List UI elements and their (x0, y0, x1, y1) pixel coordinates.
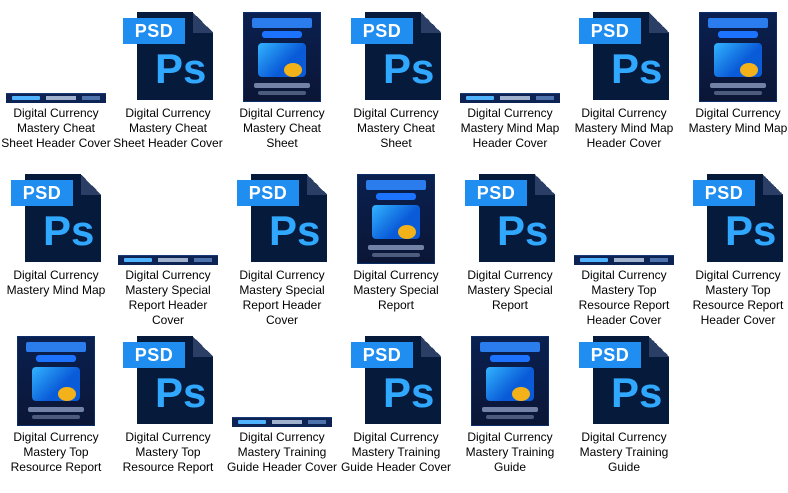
psd-thumbnail: PSD Ps (226, 172, 338, 264)
file-label: Digital Currency Mastery Top Resource Re… (122, 430, 214, 474)
psd-thumbnail: PSD Ps (0, 172, 112, 264)
header-banner-image (118, 255, 218, 265)
banner-thumbnail (112, 172, 224, 265)
psd-thumbnail: PSD Ps (340, 334, 452, 426)
cover-thumbnail (0, 334, 112, 426)
ps-logo: Ps (497, 207, 549, 254)
banner-thumbnail (226, 334, 338, 427)
psd-thumbnail: PSD Ps (454, 172, 566, 264)
ps-logo: Ps (155, 45, 207, 92)
ebook-cover-image (17, 336, 95, 426)
psd-thumbnail: PSD Ps (682, 172, 788, 264)
psd-file-icon: PSD Ps (579, 336, 669, 424)
psd-file-icon: PSD Ps (465, 174, 555, 262)
psd-tag: PSD (579, 18, 641, 44)
psd-tag: PSD (123, 18, 185, 44)
psd-tag: PSD (351, 342, 413, 368)
psd-file-icon: PSD Ps (123, 12, 213, 100)
psd-tag: PSD (579, 342, 641, 368)
cover-thumbnail (340, 172, 452, 264)
file-label: Digital Currency Mastery Top Resource Re… (578, 268, 670, 327)
psd-tag: PSD (351, 18, 413, 44)
banner-thumbnail (454, 10, 566, 103)
header-banner-image (574, 255, 674, 265)
file-grid: Digital Currency Mastery Cheat Sheet Hea… (0, 0, 788, 493)
psd-thumbnail: PSD Ps (112, 334, 224, 426)
psd-file-icon: PSD Ps (123, 336, 213, 424)
psd-tag: PSD (237, 180, 299, 206)
psd-file-icon: PSD Ps (579, 12, 669, 100)
psd-file-icon: PSD Ps (237, 174, 327, 262)
file-label: Digital Currency Mastery Special Report (353, 268, 439, 312)
cover-thumbnail (226, 10, 338, 102)
ebook-cover-image (471, 336, 549, 426)
file-label: Digital Currency Mastery Mind Map (688, 106, 788, 135)
ps-logo: Ps (383, 369, 435, 416)
file-label: Digital Currency Mastery Top Resource Re… (10, 430, 102, 474)
file-label: Digital Currency Mastery Mind Map (6, 268, 106, 297)
header-banner-image (232, 417, 332, 427)
ebook-cover-image (357, 174, 435, 264)
ps-logo: Ps (43, 207, 95, 254)
cover-thumbnail (682, 10, 788, 102)
psd-thumbnail: PSD Ps (340, 10, 452, 102)
file-label: Digital Currency Mastery Training Guide (465, 430, 555, 474)
psd-file-icon: PSD Ps (693, 174, 783, 262)
banner-thumbnail (568, 172, 680, 265)
psd-file-icon: PSD Ps (351, 12, 441, 100)
ebook-cover-image (699, 12, 777, 102)
ps-logo: Ps (269, 207, 321, 254)
file-label: Digital Currency Mastery Cheat Sheet Hea… (1, 106, 111, 150)
psd-tag: PSD (693, 180, 755, 206)
header-banner-image (460, 93, 560, 103)
ps-logo: Ps (725, 207, 777, 254)
file-label: Digital Currency Mastery Special Report (467, 268, 553, 312)
ps-logo: Ps (383, 45, 435, 92)
file-label: Digital Currency Mastery Training Guide … (340, 430, 452, 474)
cover-thumbnail (454, 334, 566, 426)
header-banner-image (6, 93, 106, 103)
file-label: Digital Currency Mastery Cheat Sheet (239, 106, 325, 150)
psd-file-icon: PSD Ps (351, 336, 441, 424)
psd-thumbnail: PSD Ps (112, 10, 224, 102)
psd-tag: PSD (123, 342, 185, 368)
file-label: Digital Currency Mastery Mind Map Header… (574, 106, 674, 150)
file-label: Digital Currency Mastery Cheat Sheet (353, 106, 439, 150)
ps-logo: Ps (611, 369, 663, 416)
file-label: Digital Currency Mastery Top Resource Re… (692, 268, 784, 327)
ps-logo: Ps (155, 369, 207, 416)
banner-thumbnail (0, 10, 112, 103)
psd-tag: PSD (11, 180, 73, 206)
psd-file-icon: PSD Ps (11, 174, 101, 262)
file-label: Digital Currency Mastery Training Guide … (226, 430, 338, 474)
file-label: Digital Currency Mastery Training Guide (579, 430, 669, 474)
psd-thumbnail: PSD Ps (568, 10, 680, 102)
psd-thumbnail: PSD Ps (568, 334, 680, 426)
ps-logo: Ps (611, 45, 663, 92)
file-label: Digital Currency Mastery Cheat Sheet Hea… (113, 106, 223, 150)
ebook-cover-image (243, 12, 321, 102)
file-label: Digital Currency Mastery Special Report … (125, 268, 211, 327)
file-label: Digital Currency Mastery Mind Map Header… (460, 106, 560, 150)
file-label: Digital Currency Mastery Special Report … (239, 268, 325, 327)
psd-tag: PSD (465, 180, 527, 206)
